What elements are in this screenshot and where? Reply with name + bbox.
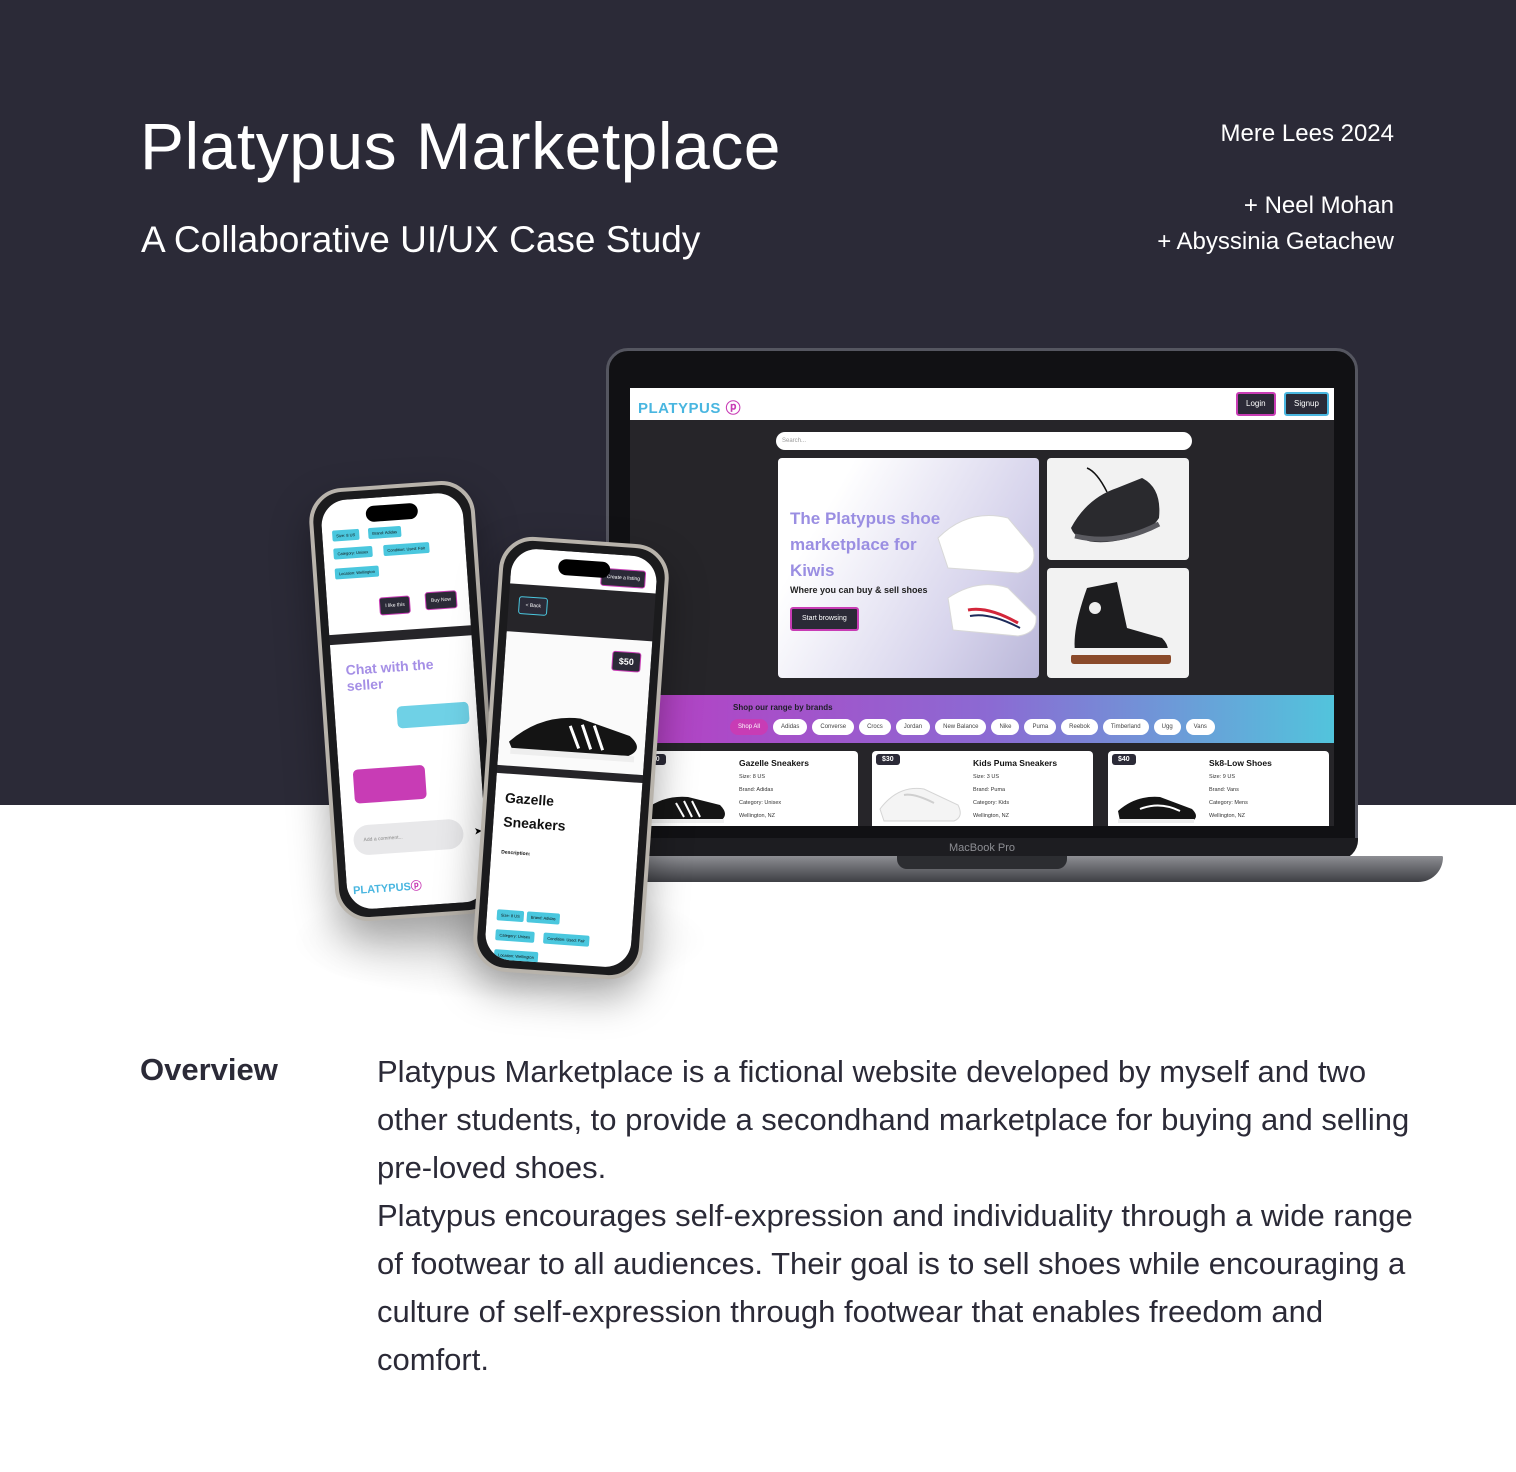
phone-screen: Size: 8 US Brand: Adidas Category: Unise… (319, 491, 491, 911)
product-location: Wellington, NZ (739, 813, 775, 819)
brand-pill-jordan[interactable]: Jordan (895, 719, 931, 735)
hero-banner: The Platypus shoe marketplace for Kiwis … (778, 458, 1039, 678)
product-name: Gazelle Sneakers (739, 758, 809, 768)
brand-pill-crocs[interactable]: Crocs (859, 719, 891, 735)
like-button[interactable]: I like this (378, 595, 412, 616)
start-browsing-button[interactable]: Start browsing (790, 607, 859, 631)
price-tag: $40 (1112, 754, 1136, 765)
tag-category: Category: Unisex (333, 545, 373, 560)
brand-pill-new-balance[interactable]: New Balance (935, 719, 987, 735)
chat-panel: Chat with the seller Add a comment... ➤ (329, 635, 491, 871)
search-input[interactable]: Search... (776, 432, 1192, 450)
tag-condition: Condition: Used: Fair (542, 932, 590, 947)
product-size: Size: 9 US (1209, 774, 1235, 780)
product-image (879, 787, 961, 822)
tag-location: Location: Wellington (334, 565, 380, 580)
laptop-screen: PLATYPUS ⓟ Login Signup Search... The Pl… (630, 388, 1334, 826)
phone-screen: Create a listing < Back $50 Gazelle Snea… (483, 547, 659, 969)
product-card[interactable]: $30 Kids Puma Sneakers Size: 3 US Brand:… (872, 751, 1093, 826)
description-label: Description: (501, 849, 531, 858)
collaborator-credit: + Neel Mohan (1243, 192, 1394, 219)
footer-logo[interactable]: PLATYPUSⓟ (353, 877, 423, 898)
buy-now-button[interactable]: Buy Now (424, 590, 458, 611)
site-logo[interactable]: PLATYPUS ⓟ (638, 397, 741, 418)
product-name: Gazelle Sneakers (502, 789, 567, 834)
brand-pill-puma[interactable]: Puma (1024, 719, 1057, 735)
product-size: Size: 8 US (739, 774, 765, 780)
tag-size: Size: 8 US (496, 909, 525, 923)
brand-pill-vans[interactable]: Vans (1185, 719, 1215, 735)
brand-pill-nike[interactable]: Nike (991, 719, 1020, 735)
brand-pill-converse[interactable]: Converse (812, 719, 855, 735)
black-running-shoe-image (1047, 458, 1189, 560)
back-button[interactable]: < Back (517, 595, 549, 616)
tag-category: Category: Unisex (495, 929, 535, 943)
brand-pill-ugg[interactable]: Ugg (1153, 719, 1181, 735)
logo-p-icon: ⓟ (725, 400, 742, 417)
hero-heading: The Platypus shoe marketplace for Kiwis (790, 509, 941, 580)
tag-brand: Brand: Adidas (526, 911, 561, 925)
product-card[interactable]: $40 Sk8-Low Shoes Size: 9 US Brand: Vans… (1108, 751, 1329, 826)
phone-mockup-listing: Create a listing < Back $50 Gazelle Snea… (471, 534, 671, 982)
brand-pill-timberland[interactable]: Timberland (1102, 719, 1149, 735)
chat-comment-input[interactable]: Add a comment... (352, 818, 465, 856)
brand-pill-shop-all[interactable]: Shop All (730, 719, 769, 735)
login-button[interactable]: Login (1236, 392, 1276, 416)
laptop-notch (897, 856, 1067, 869)
site-navbar: PLATYPUS ⓟ Login Signup (630, 388, 1334, 420)
laptop-device-label: MacBook Pro (948, 842, 1016, 854)
product-card[interactable]: $50 Gazelle Sneakers Size: 8 US Brand: A… (638, 751, 858, 826)
brand-pill-adidas[interactable]: Adidas (773, 719, 808, 735)
overview-paragraph: Platypus Marketplace is a fictional webs… (377, 1054, 1410, 1185)
logo-p-icon: ⓟ (410, 880, 423, 894)
converse-high-top-image (1047, 568, 1189, 678)
brand-pill-reebok[interactable]: Reebok (1061, 719, 1098, 735)
product-size: Size: 3 US (973, 774, 999, 780)
footer-logo-text: PLATYPUS (352, 881, 412, 898)
product-category: Category: Mens (1209, 800, 1248, 806)
chat-message-sent (396, 701, 470, 729)
brand-filter-row: Shop All Adidas Converse Crocs Jordan Ne… (730, 719, 1215, 735)
author-credit: Mere Lees 2024 (1220, 120, 1394, 147)
product-location: Wellington, NZ (1209, 813, 1245, 819)
page-title: Platypus Marketplace (140, 109, 781, 183)
overview-label: Overview (140, 1052, 278, 1087)
signup-button[interactable]: Signup (1284, 392, 1329, 416)
product-brand: Brand: Puma (973, 787, 1006, 793)
brands-band: Shop our range by brands Shop All Adidas… (648, 695, 1334, 743)
product-name: Kids Puma Sneakers (973, 758, 1058, 768)
hero-subheading: Where you can buy & sell shoes (790, 585, 928, 595)
overview-paragraph: Platypus encourages self-expression and … (377, 1198, 1413, 1377)
tag-condition: Condition: Used: Fair (383, 541, 430, 557)
product-name: Sk8-Low Shoes (1209, 758, 1272, 768)
price-tag: $50 (611, 650, 642, 673)
page-subtitle: A Collaborative UI/UX Case Study (141, 219, 701, 260)
price-tag: $30 (876, 754, 900, 765)
logo-text: PLATYPUS (638, 400, 721, 417)
tag-location: Location: Wellington (493, 949, 539, 964)
phone-footer: PLATYPUSⓟ (345, 858, 491, 911)
product-brand: Brand: Adidas (739, 787, 774, 793)
tag-size: Size: 8 US (331, 528, 360, 542)
product-category: Category: Unisex (739, 800, 782, 806)
tag-brand: Brand: Adidas (367, 525, 402, 540)
brands-title: Shop our range by brands (733, 703, 833, 712)
product-brand: Brand: Vans (1209, 787, 1239, 793)
product-details-panel: Gazelle Sneakers Description: Size: 8 US… (483, 772, 643, 969)
product-category: Category: Kids (973, 800, 1010, 806)
overview-text: Platypus Marketplace is a fictional webs… (377, 1048, 1437, 1384)
product-location: Wellington, NZ (973, 813, 1009, 819)
chat-title: Chat with the seller (345, 655, 434, 695)
chat-message-received (352, 764, 427, 804)
product-image (1118, 796, 1196, 823)
collaborator-credit: + Abyssinia Getachew (1157, 228, 1394, 255)
phone-mockup-chat: Size: 8 US Brand: Adidas Category: Unise… (307, 478, 503, 924)
